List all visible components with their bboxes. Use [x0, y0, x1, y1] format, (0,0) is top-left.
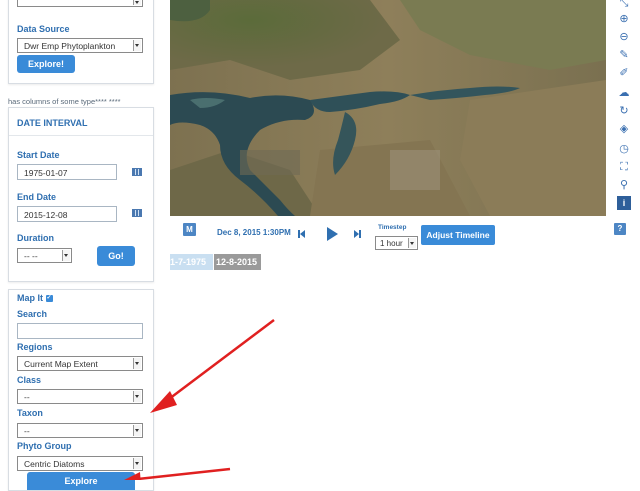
arrow-upper — [150, 319, 275, 413]
arrow-lower — [124, 467, 231, 480]
annotation-arrows — [124, 319, 275, 480]
